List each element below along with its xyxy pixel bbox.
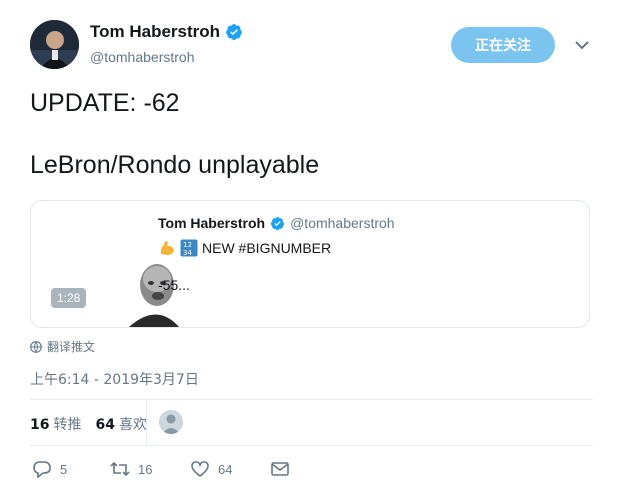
chevron-down-icon[interactable] — [573, 36, 591, 54]
author-avatar[interactable] — [30, 20, 79, 69]
likes-stat[interactable]: 64 喜欢 — [95, 414, 146, 434]
translate-label: 翻译推文 — [47, 340, 96, 354]
verified-badge-icon — [226, 24, 242, 40]
tweet-header: Tom Haberstroh @tomhaberstroh 正在关注 — [0, 0, 623, 80]
quoted-tweet[interactable]: 1:28 Tom Haberstroh @tomhaberstroh 12 34… — [30, 200, 590, 328]
video-duration-badge: 1:28 — [51, 288, 87, 308]
author-handle[interactable]: @tomhaberstroh — [90, 49, 243, 65]
quoted-text-line-2: -55... — [158, 277, 190, 293]
tweet-text-line-1: UPDATE: -62 — [30, 89, 180, 117]
liker-avatar[interactable] — [159, 410, 183, 434]
envelope-icon — [271, 462, 289, 476]
divider — [30, 445, 593, 446]
tweet-stats: 16 转推 64 喜欢 — [30, 414, 147, 434]
svg-text:12: 12 — [183, 241, 192, 249]
reply-icon — [33, 461, 51, 479]
quoted-author-handle[interactable]: @tomhaberstroh — [290, 215, 394, 231]
retweet-count: 16 — [138, 461, 153, 477]
verified-badge-icon — [271, 216, 285, 230]
tweet-timestamp[interactable]: 上午6:14 - 2019年3月7日 — [30, 369, 199, 389]
flexed-biceps-emoji — [160, 241, 174, 255]
quoted-tweet-body: Tom Haberstroh @tomhaberstroh 12 34 NEW … — [158, 215, 395, 257]
divider — [30, 399, 593, 400]
quoted-video-thumbnail[interactable]: 1:28 — [31, 201, 179, 327]
tweet-actions: 5 16 64 — [30, 459, 330, 481]
retweets-count: 16 — [30, 417, 50, 433]
like-count: 64 — [218, 461, 233, 477]
translate-tweet-link[interactable]: 翻译推文 — [30, 338, 95, 355]
tweet-text-line-2: LeBron/Rondo unplayable — [30, 151, 320, 179]
author-display-name[interactable]: Tom Haberstroh — [90, 22, 220, 42]
number-input-emoji: 12 34 — [180, 239, 198, 257]
author-info: Tom Haberstroh @tomhaberstroh — [90, 22, 243, 65]
like-button[interactable]: 64 — [190, 459, 232, 479]
likes-count: 64 — [95, 417, 115, 433]
globe-icon — [30, 340, 42, 353]
retweet-button[interactable]: 16 — [110, 459, 152, 479]
following-button[interactable]: 正在关注 — [451, 27, 555, 63]
reply-count: 5 — [60, 461, 68, 477]
stats-divider — [146, 400, 147, 445]
likes-label: 喜欢 — [118, 417, 147, 433]
retweets-stat[interactable]: 16 转推 — [30, 414, 81, 434]
retweets-label: 转推 — [53, 417, 82, 433]
quoted-author-name[interactable]: Tom Haberstroh — [158, 215, 265, 231]
reply-button[interactable]: 5 — [32, 459, 67, 479]
heart-icon — [191, 461, 209, 478]
quoted-text-line-1: NEW #BIGNUMBER — [202, 240, 332, 256]
retweet-icon — [110, 461, 130, 477]
svg-text:34: 34 — [183, 249, 192, 257]
direct-message-button[interactable] — [270, 459, 290, 479]
